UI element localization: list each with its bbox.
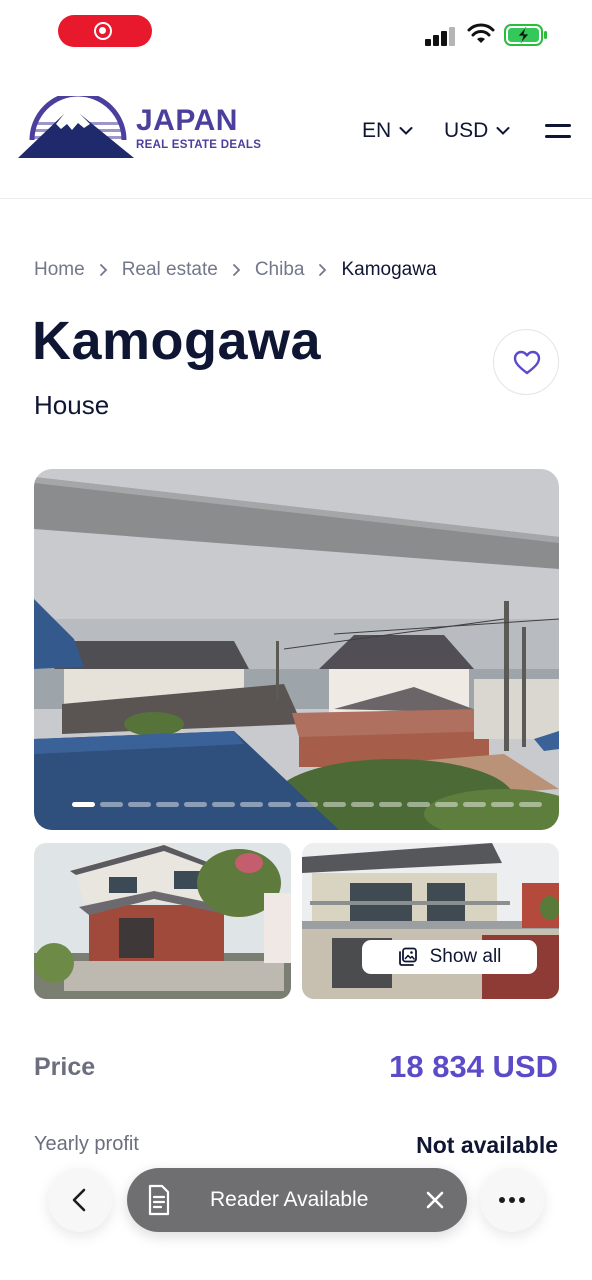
property-type: House <box>34 390 110 420</box>
reader-available-pill[interactable]: Reader Available <box>127 1168 467 1232</box>
price-label: Price <box>34 1053 96 1081</box>
screen-recording-indicator[interactable] <box>58 15 152 47</box>
pagination-dot[interactable] <box>323 802 347 807</box>
pagination-dot[interactable] <box>407 802 431 807</box>
signal-icon <box>425 24 459 46</box>
pagination-dot[interactable] <box>519 802 542 807</box>
pagination-dot[interactable] <box>239 802 263 807</box>
gallery-icon <box>398 947 417 966</box>
status-bar <box>0 0 592 62</box>
house-front-photo <box>34 843 291 999</box>
breadcrumb-home[interactable]: Home <box>34 259 85 281</box>
language-selector[interactable]: EN <box>362 119 413 143</box>
breadcrumb-current: Kamogawa <box>341 259 437 280</box>
reader-available-label: Reader Available <box>210 1188 369 1211</box>
pagination-dot[interactable] <box>211 802 235 807</box>
logo-subtitle: REAL ESTATE DEALS <box>136 139 262 151</box>
back-arrow-icon <box>72 1188 86 1212</box>
pagination-dot-active[interactable] <box>72 802 95 807</box>
pagination-dot[interactable] <box>463 802 487 807</box>
back-button[interactable] <box>48 1168 112 1232</box>
pagination-dot[interactable] <box>379 802 403 807</box>
menu-icon[interactable] <box>545 122 571 140</box>
main-photo[interactable] <box>34 469 559 830</box>
pagination-dot[interactable] <box>99 802 123 807</box>
show-all-button[interactable]: Show all <box>362 940 537 974</box>
breadcrumb-chiba[interactable]: Chiba <box>255 259 305 281</box>
chevron-right-icon <box>232 264 241 276</box>
record-icon <box>94 22 112 40</box>
photo-thumbnail-house-balcony[interactable]: Show all <box>302 843 559 999</box>
coastal-rooftops-photo <box>34 469 559 830</box>
chevron-right-icon <box>319 264 327 276</box>
site-header: JAPAN REAL ESTATE DEALS EN USD <box>0 62 592 199</box>
pagination-dot[interactable] <box>435 802 459 807</box>
more-options-button[interactable] <box>480 1168 544 1232</box>
mount-fuji-logo-icon <box>18 91 134 158</box>
price-value: 18 834 USD <box>389 1049 558 1084</box>
currency-value: USD <box>444 119 489 142</box>
photo-pagination <box>72 802 542 808</box>
battery-charging-icon <box>504 24 547 46</box>
reader-icon <box>148 1184 170 1216</box>
pagination-dot[interactable] <box>127 802 151 807</box>
pagination-dot[interactable] <box>351 802 375 807</box>
favorite-button[interactable] <box>493 329 559 395</box>
yearly-profit-label: Yearly profit <box>34 1133 139 1155</box>
breadcrumb-real-estate[interactable]: Real estate <box>122 259 218 281</box>
site-logo[interactable]: JAPAN REAL ESTATE DEALS <box>18 91 261 160</box>
logo-title: JAPAN <box>136 104 238 137</box>
photo-thumbnail-house-front[interactable] <box>34 843 291 999</box>
language-value: EN <box>362 119 392 142</box>
chevron-right-icon <box>99 264 107 276</box>
chevron-down-icon <box>496 127 510 135</box>
more-icon <box>499 1197 525 1203</box>
pagination-dot[interactable] <box>491 802 515 807</box>
pagination-dot[interactable] <box>183 802 207 807</box>
close-icon[interactable] <box>425 1190 445 1210</box>
chevron-down-icon <box>399 127 413 135</box>
yearly-profit-value: Not available <box>416 1132 558 1158</box>
page-title: Kamogawa <box>32 311 322 371</box>
pagination-dot[interactable] <box>267 802 291 807</box>
house-balcony-photo <box>302 843 559 999</box>
heart-icon <box>513 350 541 375</box>
breadcrumb: Home Real estate Chiba Kamogawa <box>34 258 437 282</box>
show-all-label: Show all <box>429 946 502 967</box>
wifi-icon <box>467 23 495 43</box>
pagination-dot[interactable] <box>155 802 179 807</box>
currency-selector[interactable]: USD <box>444 119 510 143</box>
pagination-dot[interactable] <box>295 802 319 807</box>
